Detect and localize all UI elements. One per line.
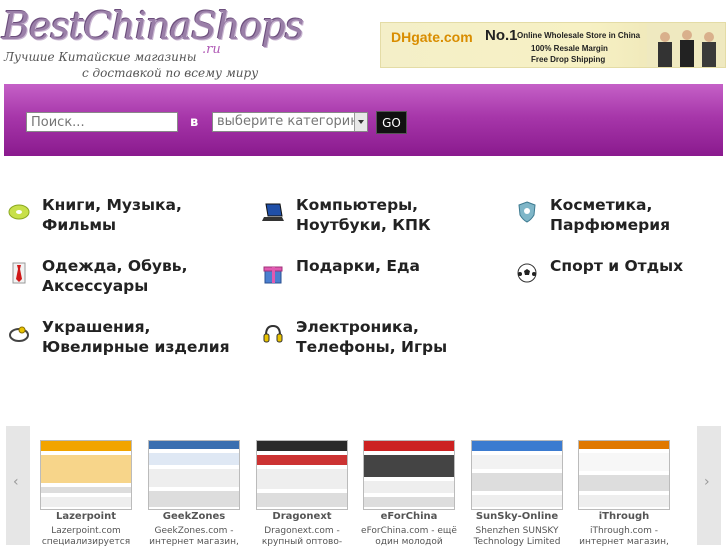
shop-name: SunSky-Online <box>475 511 559 522</box>
search-input[interactable] <box>26 112 178 132</box>
category-select-value: выберите категорию <box>217 114 362 129</box>
search-go-button[interactable]: GO <box>376 111 407 134</box>
shop-name: Dragonext <box>272 511 332 522</box>
shop-desc-1: Shenzhen SUNSKY <box>475 526 559 536</box>
banner-brand: DHgate.com <box>391 29 473 45</box>
carousel-prev-button[interactable]: ‹ <box>6 426 30 545</box>
shop-thumbnail[interactable] <box>148 440 240 510</box>
category-label: Книги, Музыка, Фильмы <box>42 196 182 234</box>
shop-desc-2: один молодой <box>375 537 443 547</box>
chevron-left-icon: ‹ <box>13 474 19 490</box>
shop-thumbnail[interactable] <box>471 440 563 510</box>
site-header: BestChinaShops .ru Лучшие Китайские мага… <box>0 0 727 84</box>
shop-desc-1: eForChina.com - ещё <box>361 526 457 536</box>
logo-tagline-1: Лучшие Китайские магазины <box>4 50 197 64</box>
shop-name: iThrough <box>598 511 650 522</box>
banner-line-3: Free Drop Shipping <box>531 55 606 64</box>
banner-rank: No.1 <box>485 27 518 44</box>
chevron-right-icon: › <box>704 474 710 490</box>
site-logo[interactable]: BestChinaShops .ru Лучшие Китайские мага… <box>2 4 304 84</box>
logo-title: BestChinaShops <box>2 4 304 48</box>
gift-box-icon <box>263 266 283 284</box>
shop-desc-1: Dragonext.com - <box>264 526 340 536</box>
carousel-next-button[interactable]: › <box>697 426 721 545</box>
jewelry-icon <box>9 326 29 342</box>
category-label: Электроника, Телефоны, Игры <box>296 318 448 356</box>
category-label: Спорт и Отдых <box>550 257 684 275</box>
shirt-tie-icon <box>12 262 26 284</box>
shop-thumbnail[interactable] <box>256 440 348 510</box>
shop-thumbnail[interactable] <box>578 440 670 510</box>
category-select[interactable]: выберите категорию <box>212 112 368 132</box>
shop-desc-2: Technology Limited <box>473 537 561 547</box>
logo-suffix: .ru <box>202 42 221 57</box>
shop-desc-2: интернет магазин, <box>149 537 239 547</box>
cd-disc-icon <box>8 204 30 220</box>
dhgate-banner-ad[interactable]: DHgate.com No.1 Online Wholesale Store i… <box>380 22 726 68</box>
banner-line-1: Online Wholesale Store in China <box>517 31 641 40</box>
shop-desc-1: GeekZones.com - <box>154 526 234 536</box>
business-people-illustration <box>647 23 725 67</box>
shop-name: Lazerpoint <box>55 511 116 522</box>
shop-name: eForChina <box>380 511 438 522</box>
shop-desc-1: iThrough.com - <box>589 526 659 536</box>
category-label: Украшения, Ювелирные изделия <box>42 318 230 356</box>
category-label: Одежда, Обувь, Аксессуары <box>42 257 188 295</box>
banner-line-2: 100% Resale Margin <box>531 44 608 53</box>
headphones-icon <box>263 324 283 343</box>
shop-desc-2: специализируется <box>41 537 131 547</box>
chevron-down-icon[interactable] <box>354 113 367 131</box>
cosmetics-shield-icon <box>518 201 536 223</box>
shop-name: GeekZones <box>162 511 226 522</box>
category-label: Косметика, Парфюмерия <box>550 196 671 234</box>
laptop-icon <box>262 203 284 221</box>
category-label: Подарки, Еда <box>296 257 420 275</box>
shop-desc-2: крупный оптово- <box>261 537 343 547</box>
category-label: Компьютеры, Ноутбуки, КПК <box>296 196 431 234</box>
shop-thumbnail[interactable] <box>40 440 132 510</box>
shop-desc-2: интернет магазин, <box>579 537 669 547</box>
logo-tagline-2: с доставкой по всему миру <box>82 66 259 80</box>
shop-thumbnail[interactable] <box>363 440 455 510</box>
search-in-label: в <box>190 115 199 130</box>
soccer-ball-icon <box>517 263 537 283</box>
shop-desc-1: Lazerpoint.com <box>51 526 121 536</box>
